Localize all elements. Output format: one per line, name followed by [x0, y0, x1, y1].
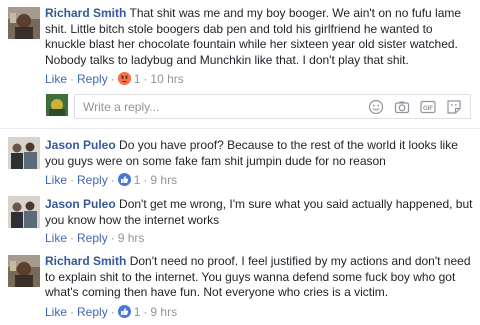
- avatar[interactable]: [8, 255, 40, 287]
- avatar[interactable]: [8, 7, 40, 39]
- current-user-avatar: [46, 94, 68, 116]
- camera-icon[interactable]: [394, 99, 410, 115]
- reply-placeholder: Write a reply...: [83, 100, 160, 114]
- comment-actions: Like · Reply · 1 · 10 hrs: [45, 72, 184, 86]
- comment-time[interactable]: 10 hrs: [150, 72, 183, 86]
- comment-body: Jason Puleo Do you have proof? Because t…: [45, 138, 476, 169]
- reply-icons: GIF: [368, 99, 462, 115]
- like-reaction-icon[interactable]: [117, 305, 131, 318]
- comment-time[interactable]: 9 hrs: [150, 305, 177, 319]
- comment-author[interactable]: Jason Puleo: [45, 138, 116, 152]
- comment-body: Richard Smith That shit was me and my bo…: [45, 6, 476, 68]
- avatar[interactable]: [8, 137, 40, 169]
- reply-link[interactable]: Reply: [77, 231, 108, 245]
- reply-input[interactable]: Write a reply... GIF: [74, 94, 471, 119]
- comment-body: Richard Smith Don't need no proof. I fee…: [45, 254, 476, 301]
- divider: [0, 128, 480, 129]
- like-link[interactable]: Like: [45, 305, 67, 319]
- comment-time[interactable]: 9 hrs: [118, 231, 145, 245]
- like-link[interactable]: Like: [45, 72, 67, 86]
- reply-link[interactable]: Reply: [77, 305, 108, 319]
- like-reaction-icon[interactable]: [117, 173, 131, 186]
- reply-link[interactable]: Reply: [77, 72, 108, 86]
- comment-author[interactable]: Jason Puleo: [45, 197, 116, 211]
- comment-actions: Like · Reply · 9 hrs: [45, 231, 145, 245]
- comment-time[interactable]: 9 hrs: [150, 173, 177, 187]
- reply-box: Write a reply... GIF: [46, 94, 471, 120]
- angry-reaction-icon[interactable]: [117, 72, 131, 85]
- comment-actions: Like · Reply · 1 · 9 hrs: [45, 173, 178, 187]
- comment: Richard Smith That shit was me and my bo…: [0, 0, 480, 92]
- comment: Jason Puleo Do you have proof? Because t…: [0, 132, 480, 190]
- svg-text:GIF: GIF: [423, 106, 433, 112]
- like-link[interactable]: Like: [45, 231, 67, 245]
- comment-body: Jason Puleo Don't get me wrong, I'm sure…: [45, 197, 476, 228]
- emoji-icon[interactable]: [368, 99, 384, 115]
- gif-icon[interactable]: GIF: [420, 99, 436, 115]
- comment-author[interactable]: Richard Smith: [45, 6, 126, 20]
- comment-actions: Like · Reply · 1 · 9 hrs: [45, 305, 178, 319]
- sticker-icon[interactable]: [446, 99, 462, 115]
- comment-author[interactable]: Richard Smith: [45, 254, 126, 268]
- reply-link[interactable]: Reply: [77, 173, 108, 187]
- comment: Richard Smith Don't need no proof. I fee…: [0, 250, 480, 325]
- like-link[interactable]: Like: [45, 173, 67, 187]
- avatar[interactable]: [8, 196, 40, 228]
- comment: Jason Puleo Don't get me wrong, I'm sure…: [0, 191, 480, 249]
